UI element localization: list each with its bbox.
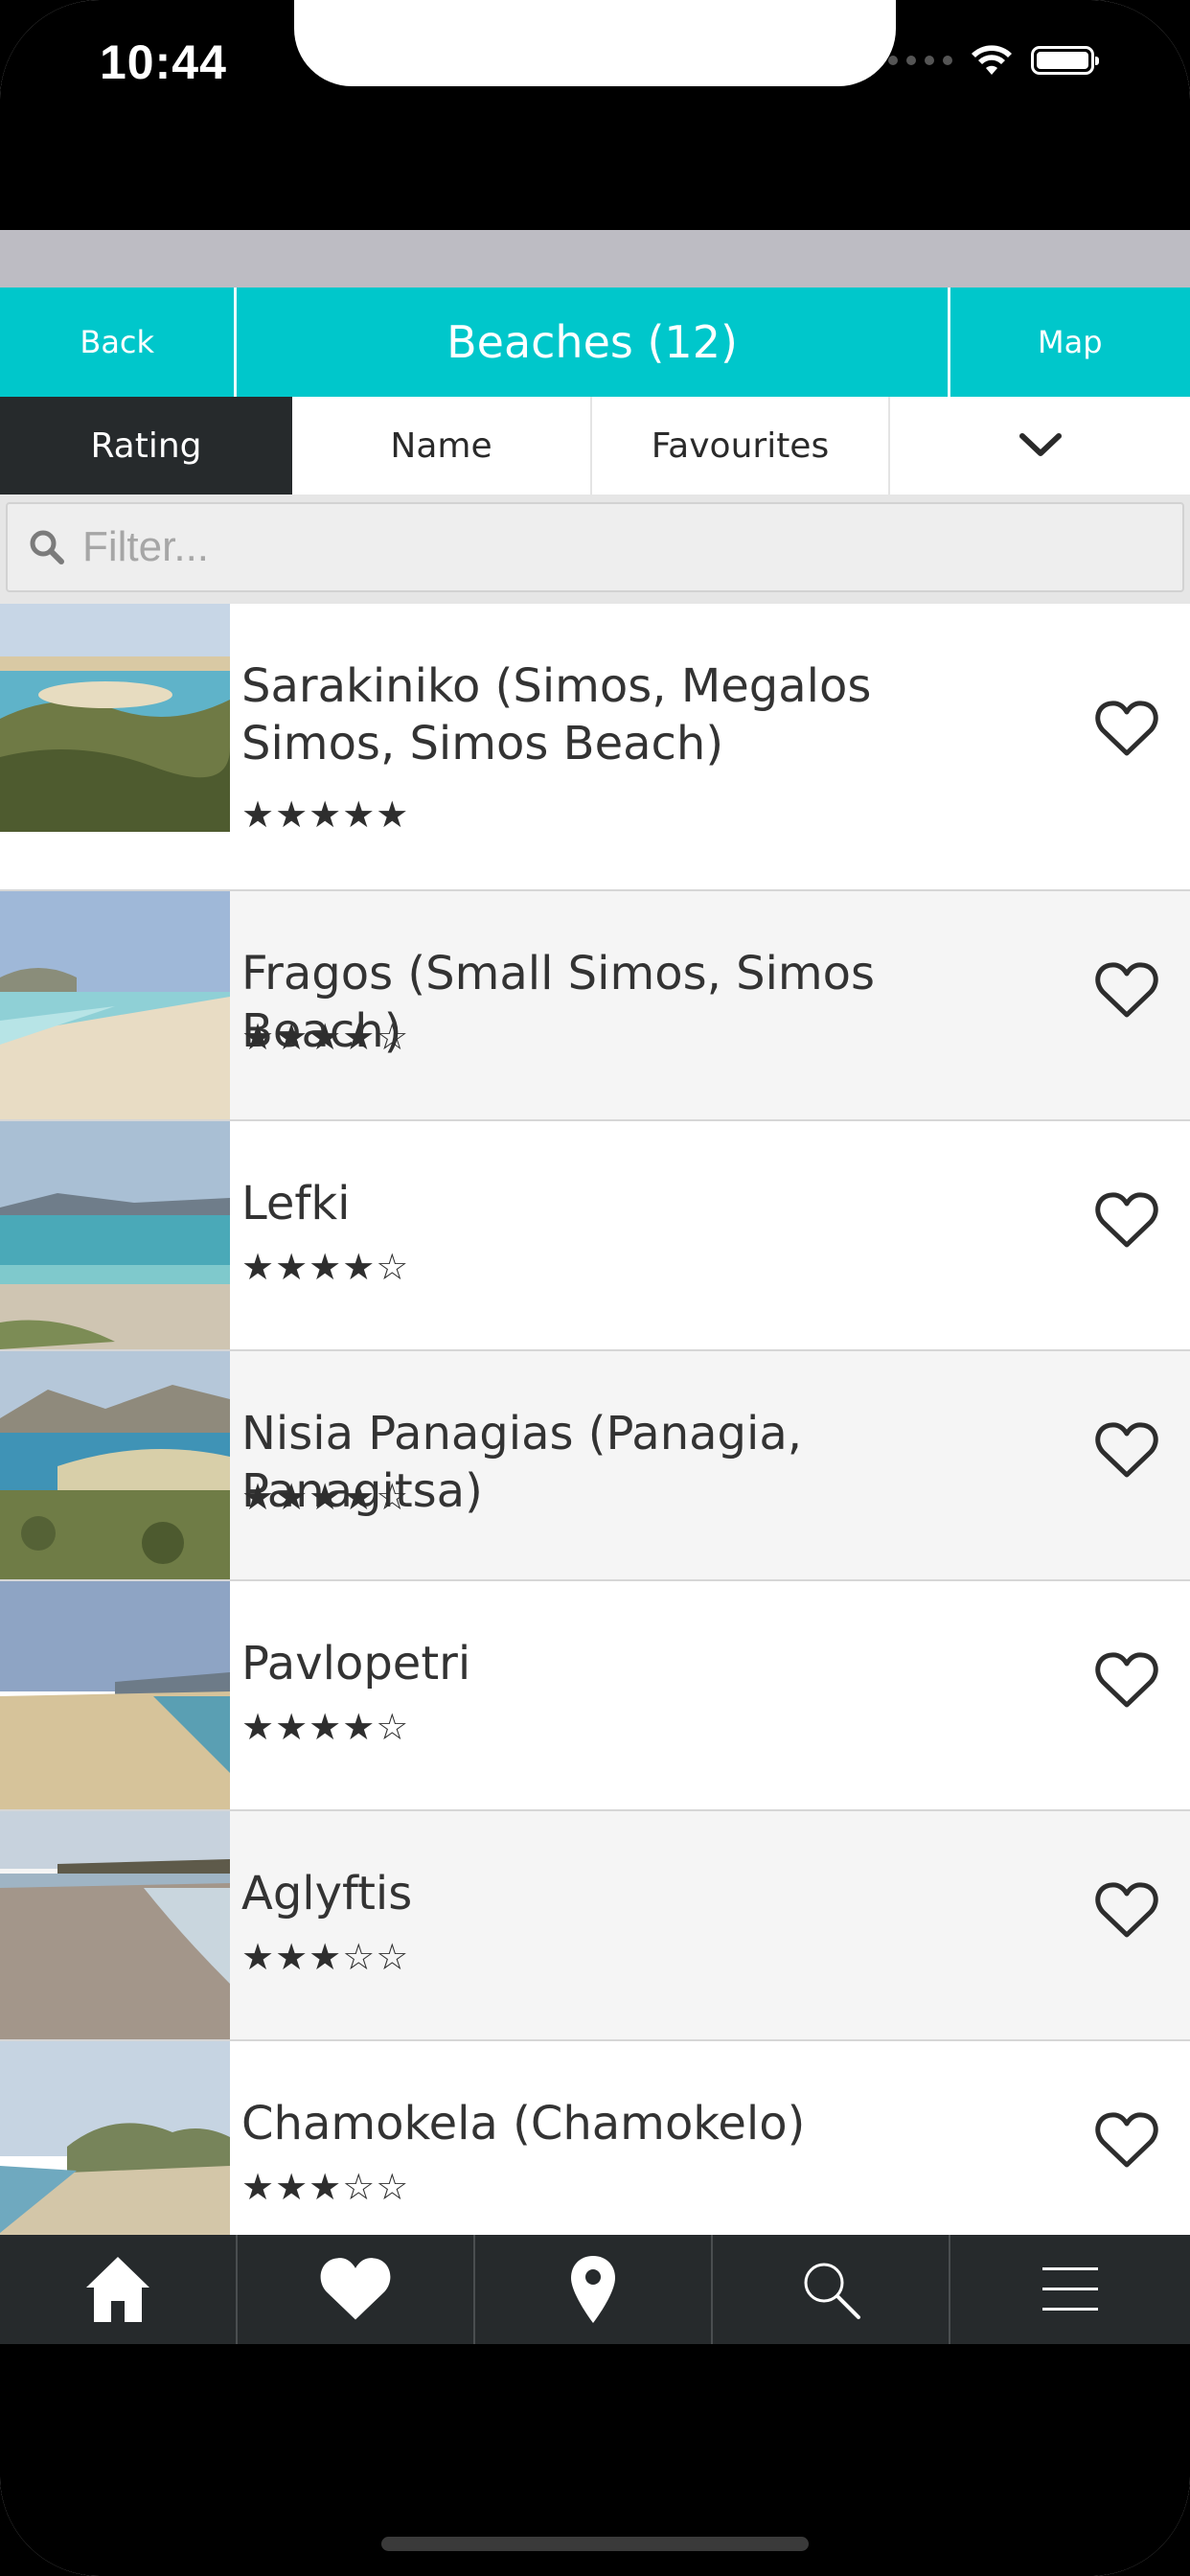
heart-outline-icon [1095,1652,1158,1708]
sort-tab-rating[interactable]: Rating [0,397,292,494]
filter-input[interactable] [80,508,1138,586]
heart-outline-icon [1095,1882,1158,1938]
beach-thumbnail [0,1581,230,1809]
search-icon [804,2263,860,2319]
beach-row-pavlopetri[interactable]: Pavlopetri ★★★★☆ [0,1581,1190,1811]
beach-thumbnail [0,604,230,832]
nav-bar: Back Beaches (12) Map [0,288,1190,397]
beach-name: Chamokela (Chamokelo) [241,2097,806,2150]
map-pin-icon [571,2256,615,2323]
beach-thumbnail [0,2041,230,2235]
phone-screen: 10:44 Back Beaches (12) Map Rating Name … [0,0,1190,2576]
home-indicator[interactable] [381,2537,809,2551]
signal-icon [888,56,952,65]
map-button[interactable]: Map [947,288,1190,397]
heart-outline-icon [1095,2112,1158,2168]
filter-box [6,502,1184,592]
favourite-button[interactable] [1090,1416,1163,1484]
beach-row-aglyftis[interactable]: Aglyftis ★★★☆☆ [0,1811,1190,2041]
favourite-button[interactable] [1090,1186,1163,1254]
tab-home[interactable] [0,2235,238,2344]
tab-menu[interactable] [950,2235,1190,2344]
beach-row-sarakiniko[interactable]: Sarakiniko (Simos, Megalos Simos, Simos … [0,604,1190,891]
beach-list: Sarakiniko (Simos, Megalos Simos, Simos … [0,604,1190,2235]
star-rating: ★★★★☆ [241,1706,410,1748]
tab-map[interactable] [475,2235,713,2344]
beach-row-fragos[interactable]: Fragos (Small Simos, Simos Beach) ★★★★☆ [0,891,1190,1121]
star-rating: ★★★☆☆ [241,2166,410,2208]
filter-bar [0,494,1190,604]
beach-row-chamokela[interactable]: Chamokela (Chamokelo) ★★★☆☆ [0,2041,1190,2235]
sort-tab-favourites[interactable]: Favourites [592,397,890,494]
heart-outline-icon [1095,1422,1158,1478]
star-rating: ★★★☆☆ [241,1936,410,1978]
star-rating: ★★★★☆ [241,1016,410,1058]
favourite-button[interactable] [1090,695,1163,762]
beach-name: Pavlopetri [241,1637,471,1690]
star-rating: ★★★★★ [241,794,410,836]
page-title: Beaches (12) [446,316,738,368]
favourite-button[interactable] [1090,956,1163,1024]
tab-favourites[interactable] [238,2235,475,2344]
menu-icon [1042,2267,1098,2311]
search-icon [13,528,80,566]
sort-dropdown-button[interactable] [890,397,1190,494]
beach-name: Sarakiniko (Simos, Megalos Simos, Simos … [241,659,872,770]
status-icons [888,44,1099,77]
chevron-down-icon [1018,433,1062,456]
favourite-button[interactable] [1090,1876,1163,1944]
heart-outline-icon [1095,962,1158,1018]
beach-name: Aglyftis [241,1867,413,1920]
tab-bar [0,2235,1190,2344]
sort-tabs: Rating Name Favourites [0,397,1190,496]
sort-tab-name[interactable]: Name [292,397,592,494]
home-icon [86,2257,149,2322]
wifi-icon [972,45,1012,75]
beach-thumbnail [0,891,230,1119]
tab-search[interactable] [713,2235,950,2344]
star-rating: ★★★★☆ [241,1476,410,1518]
star-rating: ★★★★☆ [241,1246,410,1288]
beach-row-nisia-panagias[interactable]: Nisia Panagias (Panagia, Panagitsa) ★★★★… [0,1351,1190,1581]
notch [294,0,896,86]
beach-thumbnail [0,1121,230,1349]
status-bar: 10:44 [0,0,1190,230]
favourite-button[interactable] [1090,1646,1163,1714]
heart-outline-icon [1095,701,1158,756]
status-time: 10:44 [100,35,227,89]
beach-thumbnail [0,1811,230,2039]
beach-name: Lefki [241,1177,351,1230]
beach-row-lefki[interactable]: Lefki ★★★★☆ [0,1121,1190,1351]
back-button[interactable]: Back [0,288,238,397]
header-strip [0,230,1190,288]
beach-thumbnail [0,1351,230,1579]
favourite-button[interactable] [1090,2106,1163,2174]
heart-icon [320,2258,391,2320]
battery-icon [1031,46,1099,75]
heart-outline-icon [1095,1192,1158,1248]
